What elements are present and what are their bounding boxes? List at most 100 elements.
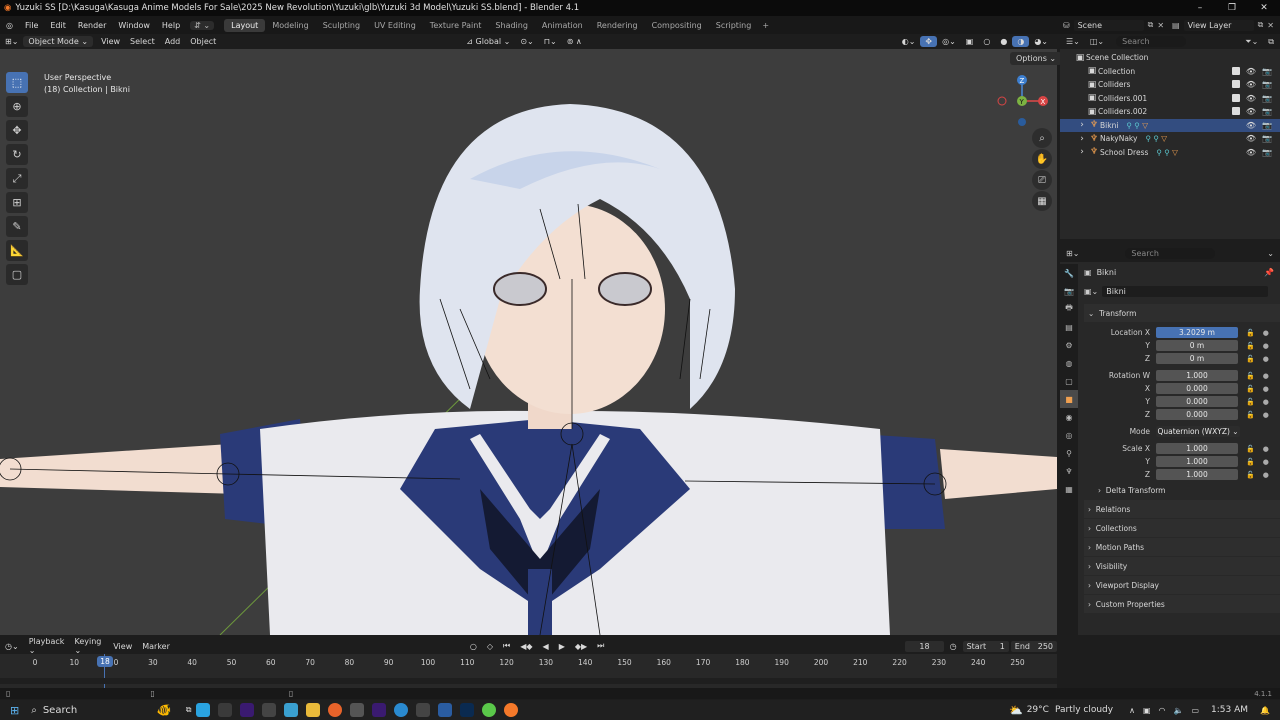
app-icon-8[interactable] [349,703,364,717]
relations-panel-header[interactable]: › Relations [1084,500,1280,518]
view-layer-copy-icon[interactable]: ⧉ [1258,20,1264,30]
scene-field[interactable]: Scene [1073,19,1144,31]
add-cube-tool-icon[interactable]: ▢ [6,264,28,285]
options-dropdown[interactable]: Options ⌄ [1010,52,1063,65]
outliner-row-school-dress[interactable]: › ♆ School Dress ⚲ ⚲ ▽ 👁 📷 [1060,146,1280,160]
keyframe-dot-icon[interactable]: ● [1263,372,1269,380]
clock[interactable]: 1:53 AM [1211,705,1248,715]
task-view-icon[interactable]: ⧉ [186,705,192,715]
playback-menu[interactable]: Playback ⌄ [24,636,70,656]
scale-z-field[interactable]: 1.000 [1156,469,1238,480]
exclude-checkbox[interactable] [1231,66,1240,75]
firefox-icon[interactable] [327,703,342,717]
rotation-w-field[interactable]: 1.000 [1156,370,1238,381]
app-icon-14[interactable] [481,703,496,717]
menu-render[interactable]: Render [72,21,112,30]
scene-copy-icon[interactable]: ⧉ [1148,20,1154,30]
outliner-row-nakynaky[interactable]: › ♆ NakyNaky ⚲ ⚲ ▽ 👁 📷 [1060,132,1280,146]
measure-tool-icon[interactable]: 📐 [6,240,28,261]
texture-tab-icon[interactable]: ▦ [1060,480,1078,498]
blender-menu-icon[interactable]: ◎ [0,21,19,30]
material-shading-icon[interactable]: ◑ [1012,36,1030,47]
widgets-icon[interactable]: 🐠 [157,703,172,717]
lock-icon[interactable]: 🔓 [1246,342,1255,350]
eye-icon[interactable]: 👁 [1246,134,1256,143]
visibility-icon[interactable]: ◐⌄ [897,36,921,47]
camera-view-icon[interactable]: ⎚ [1032,170,1052,190]
tab-compositing[interactable]: Compositing [645,19,709,32]
exclude-checkbox[interactable] [1231,80,1240,89]
menu-help[interactable]: Help [156,21,186,30]
eye-icon[interactable]: 👁 [1246,67,1256,76]
scene-tab-icon[interactable]: ⚙ [1060,336,1078,354]
tab-sculpting[interactable]: Sculpting [316,19,367,32]
jump-start-icon[interactable]: ⏮ [498,640,515,652]
keyframe-dot-icon[interactable]: ● [1263,329,1269,337]
lock-icon[interactable]: 🔓 [1246,471,1255,479]
orientation-dropdown[interactable]: ⊿ Global ⌄ [461,36,515,47]
app-icon-2[interactable] [217,703,232,717]
visibility-panel-header[interactable]: › Visibility [1084,557,1280,575]
object-tab-icon[interactable]: ■ [1060,390,1078,408]
physics-tab-icon[interactable]: ◎ [1060,426,1078,444]
lock-icon[interactable]: 🔓 [1246,458,1255,466]
xray-icon[interactable]: ▣ [961,36,979,47]
keyframe-dot-icon[interactable]: ● [1263,411,1269,419]
app-icon-12[interactable] [437,703,452,717]
battery-icon[interactable]: ▭ [1191,706,1199,715]
playhead-label[interactable]: 18 [97,656,113,667]
tray-chevron-icon[interactable]: ∧ [1129,706,1135,715]
timeline[interactable]: 0 10 20 30 40 50 60 70 80 90 100 110 120 130 140 150 160… [0,654,1057,688]
menu-add[interactable]: Add [160,36,186,47]
keyframe-icon[interactable]: ◇ [482,641,498,652]
output-tab-icon[interactable]: 🖶 [1060,300,1078,318]
outliner-row-colliders[interactable]: ▣ Colliders 👁 📷 [1060,78,1280,92]
tab-layout[interactable]: Layout [224,18,266,32]
camera-icon[interactable]: 📷 [1262,134,1272,143]
keying-menu[interactable]: Keying ⌄ [69,636,108,656]
camera-icon[interactable]: 📷 [1262,121,1272,130]
properties-search-input[interactable]: Search [1125,247,1216,259]
location-y-field[interactable]: 0 m [1156,340,1238,351]
notification-icon[interactable]: 🔔 [1260,706,1270,715]
timeline-editor-icon[interactable]: ◷⌄ [0,641,24,652]
next-key-icon[interactable]: ◆▶ [570,641,592,652]
start-icon[interactable]: ⊞ [10,704,19,717]
expand-chevron-icon[interactable]: › [1076,134,1088,144]
collection-tab-icon[interactable]: ▢ [1060,372,1078,390]
tab-texture-paint[interactable]: Texture Paint [423,19,489,32]
expand-chevron-icon[interactable]: › [1076,120,1088,130]
volume-icon[interactable]: 🔈 [1174,706,1184,715]
current-frame-field[interactable]: 18 [905,640,944,652]
custom-properties-panel-header[interactable]: › Custom Properties [1084,595,1280,613]
tab-scripting[interactable]: Scripting [709,19,759,32]
viewport-display-panel-header[interactable]: › Viewport Display [1084,576,1280,594]
exclude-checkbox[interactable] [1231,93,1240,102]
taskbar-search-icon[interactable]: ⌕ [31,705,37,716]
end-frame-field[interactable]: End 250 [1010,640,1058,652]
scale-y-field[interactable]: 1.000 [1156,456,1238,467]
pin-icon[interactable]: 📌 [1264,268,1274,277]
menu-file[interactable]: File [19,21,44,30]
tab-uv-editing[interactable]: UV Editing [367,19,423,32]
start-frame-field[interactable]: Start 1 [962,640,1009,652]
app-icon-1[interactable] [195,703,210,717]
keyframe-dot-icon[interactable]: ● [1263,342,1269,350]
rendered-shading-icon[interactable]: ◕⌄ [1029,36,1053,47]
keyframe-dot-icon[interactable]: ● [1263,471,1269,479]
menu-object[interactable]: Object [185,36,221,47]
camera-icon[interactable]: 📷 [1262,94,1272,103]
keyframe-dot-icon[interactable]: ● [1263,385,1269,393]
app-icon-3[interactable] [239,703,254,717]
view-layer-field[interactable]: View Layer [1183,19,1254,31]
wireframe-shading-icon[interactable]: ○ [978,36,995,47]
modifier-tab-icon[interactable]: ◉ [1060,408,1078,426]
view-layer-icon[interactable]: ▤ [1172,21,1180,30]
edge-icon[interactable] [393,703,408,717]
rotation-y-field[interactable]: 0.000 [1156,396,1238,407]
select-tool-icon[interactable]: ⬚ [6,72,28,93]
timeline-scrollbar[interactable] [0,678,1057,684]
collections-panel-header[interactable]: › Collections [1084,519,1280,537]
lock-icon[interactable]: 🔓 [1246,445,1255,453]
object-type-icon[interactable]: ▣⌄ [1084,287,1098,296]
